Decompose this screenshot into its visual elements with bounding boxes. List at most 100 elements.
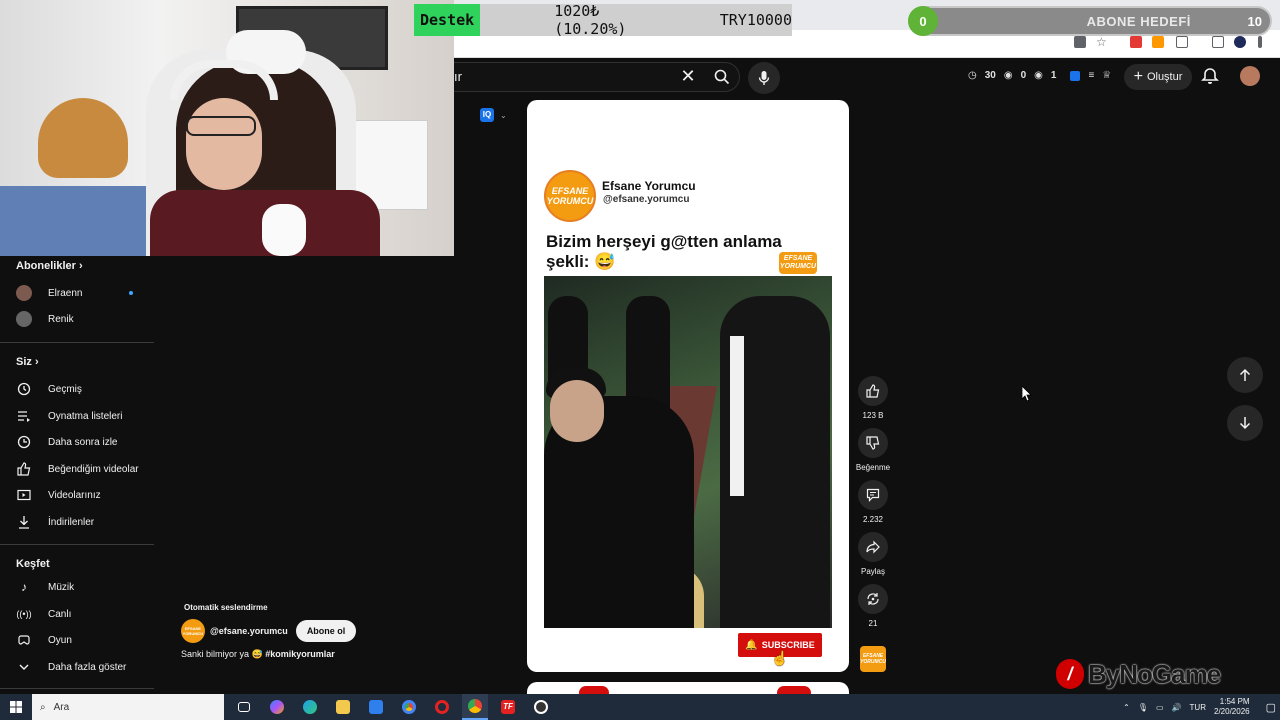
short-video-card[interactable]: EFSANE YORUMCU Efsane Yorumcu @efsane.yo…	[527, 100, 849, 672]
sponsor-watermark: / ByNoGame	[1056, 656, 1221, 692]
thumbs-up-icon	[866, 384, 880, 398]
dislike-label: Beğenme	[855, 463, 891, 472]
dislike-action[interactable]: Beğenme	[856, 428, 890, 472]
iq-extension-button[interactable]: IQ ⌄	[480, 106, 514, 124]
thumbs-up-icon	[16, 461, 32, 477]
sidebar-item-channel[interactable]: Elraenn	[0, 280, 154, 306]
arrow-up-icon	[1239, 368, 1251, 381]
next-short-button[interactable]	[1227, 405, 1263, 441]
share-icon	[866, 540, 880, 554]
file-explorer-button[interactable]	[330, 694, 356, 720]
sidebar-item-gaming[interactable]: Oyun	[0, 627, 154, 653]
auto-dub-handle[interactable]: @efsane.yorumcu	[210, 626, 288, 636]
sidebar-item-label: Oyun	[48, 634, 72, 646]
comments-button[interactable]	[858, 480, 888, 510]
clock[interactable]: 1:54 PM 2/20/2026	[1214, 697, 1250, 717]
chevron-down-icon: ⌄	[500, 110, 507, 120]
share-action[interactable]: Paylaş	[856, 532, 890, 576]
explore-title: Keşfet	[16, 558, 50, 570]
subscribe-button[interactable]: Abone ol	[295, 620, 357, 642]
language-indicator[interactable]: TUR	[1190, 703, 1206, 712]
obs-button[interactable]	[528, 694, 554, 720]
previous-short-button[interactable]	[1227, 357, 1263, 393]
remix-icon	[867, 593, 879, 605]
chrome-active-button[interactable]	[462, 694, 488, 720]
sound-source-avatar[interactable]: EFSANE YORUMCU	[860, 646, 886, 672]
extension-icon[interactable]	[1130, 36, 1142, 48]
channel-logo[interactable]: EFSANE YORUMCU	[181, 619, 205, 643]
like-button[interactable]	[858, 376, 888, 406]
comments-action[interactable]: 2.232	[856, 480, 890, 524]
chevron-down-icon	[16, 659, 32, 675]
install-icon[interactable]	[1074, 36, 1086, 48]
subscriptions-title[interactable]: Abonelikler ›	[16, 260, 83, 272]
copilot-button[interactable]	[264, 694, 290, 720]
sidebar-item-playlists[interactable]: Oynatma listeleri	[0, 403, 154, 429]
extension-icon[interactable]	[1152, 36, 1164, 48]
short-channel-name[interactable]: Efsane Yorumcu	[602, 179, 696, 193]
windows-taskbar: ⌕ Ara TF ⌃ 🎙 ▭ 🔊 TUR 1:54 PM 2/20/2026 ▢	[0, 694, 1280, 720]
hashtag-link[interactable]: #komikyorumlar	[265, 649, 335, 659]
sidebar-item-liked-videos[interactable]: Beğendiğim videolar	[0, 456, 154, 482]
sidebar-item-music[interactable]: ♪ Müzik	[0, 574, 154, 600]
task-view-button[interactable]	[231, 694, 257, 720]
short-channel-handle[interactable]: @efsane.yorumcu	[603, 194, 689, 205]
voice-search-button[interactable]	[748, 62, 780, 94]
sidebar-item-channel[interactable]: Renik	[0, 306, 154, 332]
sidebar-item-watch-later[interactable]: Daha sonra izle	[0, 429, 154, 455]
divider	[0, 544, 154, 545]
sidebar-item-show-more[interactable]: Daha fazla göster	[0, 654, 154, 680]
sidebar-item-your-videos[interactable]: Videolarınız	[0, 482, 154, 508]
list-icon[interactable]: ≡	[1088, 70, 1094, 81]
you-title[interactable]: Siz ›	[16, 356, 39, 368]
profile-icon[interactable]	[1234, 36, 1246, 48]
edge-button[interactable]	[297, 694, 323, 720]
short-video-frame[interactable]	[544, 276, 832, 628]
sidebar-icon[interactable]	[1212, 36, 1224, 48]
auto-dub-description: Sanki bilmiyor ya 😅 #komikyorumlar	[181, 649, 335, 660]
opera-button[interactable]	[429, 694, 455, 720]
dislike-button[interactable]	[858, 428, 888, 458]
trophy-icon[interactable]: ♕	[1102, 70, 1111, 81]
volume-icon[interactable]: 🔊	[1172, 703, 1182, 712]
tiktok-studio-button[interactable]: TF	[495, 694, 521, 720]
thumbs-down-icon	[866, 436, 880, 450]
chrome-button[interactable]	[396, 694, 422, 720]
search-button[interactable]	[704, 62, 740, 92]
like-action[interactable]: 123 B	[856, 376, 890, 420]
sidebar-item-downloads[interactable]: İndirilenler	[0, 509, 154, 535]
clock-time: 1:54 PM	[1219, 697, 1250, 706]
divider	[0, 342, 154, 343]
account-avatar[interactable]	[1240, 66, 1260, 86]
search-input[interactable]: ır	[454, 69, 462, 84]
menu-icon[interactable]	[1258, 36, 1262, 48]
clock-icon: ◷	[968, 70, 977, 81]
taskbar-search[interactable]: ⌕ Ara	[32, 694, 224, 720]
history-icon	[16, 381, 32, 397]
notifications-button[interactable]	[1200, 66, 1222, 88]
chevron-right-icon: ›	[34, 356, 39, 368]
clear-search-icon[interactable]: ✕	[678, 66, 698, 86]
start-button[interactable]	[0, 694, 32, 720]
sidebar-item-history[interactable]: Geçmiş	[0, 376, 154, 402]
sidebar-item-live[interactable]: ((•)) Canlı	[0, 601, 154, 627]
puzzle-icon[interactable]	[1176, 36, 1188, 48]
section-label: Siz	[16, 356, 32, 368]
chevron-up-icon[interactable]: ⌃	[1123, 703, 1130, 712]
gaming-icon	[16, 632, 32, 648]
eye-icon: ◉	[1003, 70, 1013, 81]
iq-icon[interactable]	[1070, 70, 1081, 81]
store-button[interactable]	[363, 694, 389, 720]
bell-icon: 🔔	[745, 639, 758, 651]
notification-icon[interactable]: ▢	[1266, 701, 1276, 714]
create-button[interactable]: + Oluştur	[1124, 64, 1192, 90]
sidebar-item-label: Beğendiğim videolar	[48, 463, 139, 475]
star-icon[interactable]: ☆	[1096, 36, 1108, 48]
remix-button[interactable]	[858, 584, 888, 614]
microphone-icon[interactable]: 🎙	[1138, 703, 1148, 712]
clock-icon	[16, 434, 32, 450]
remix-action[interactable]: 21	[856, 584, 890, 628]
windows-icon	[10, 701, 22, 713]
network-icon[interactable]: ▭	[1156, 703, 1164, 712]
share-button[interactable]	[858, 532, 888, 562]
